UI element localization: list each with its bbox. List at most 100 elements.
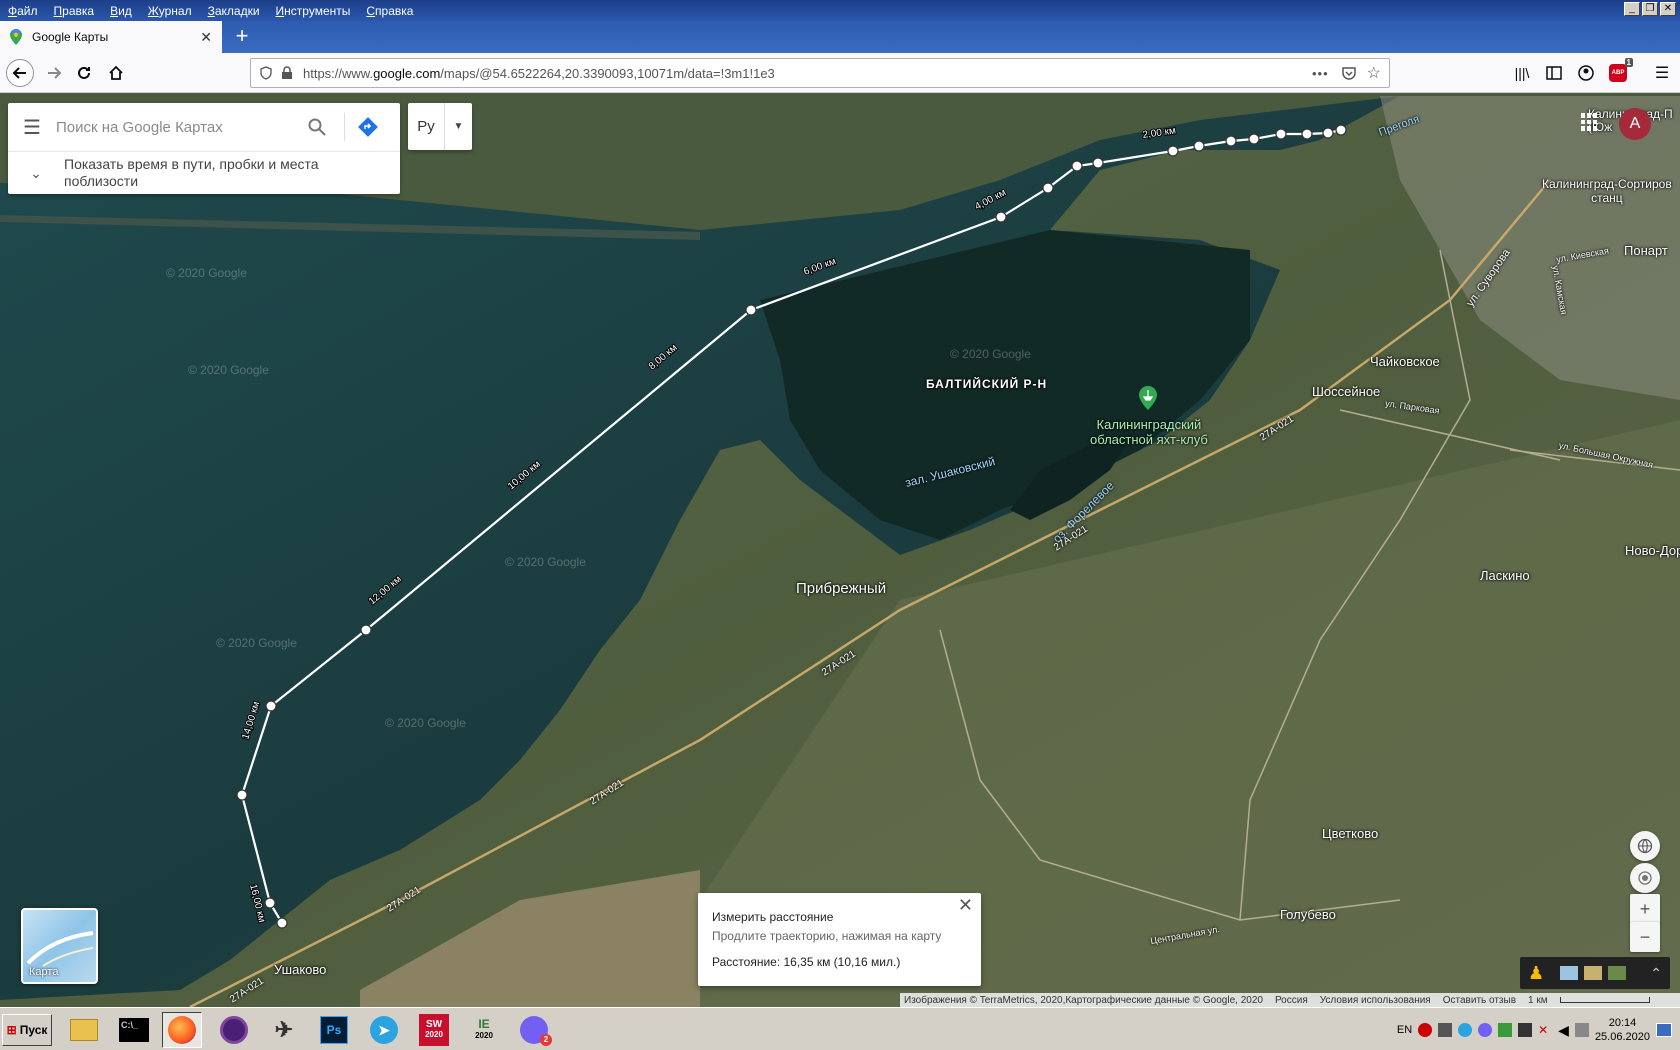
tor-icon — [220, 1016, 248, 1044]
tray-monitor-icon[interactable] — [1574, 1023, 1589, 1037]
search-input[interactable] — [56, 118, 286, 136]
label-ponart[interactable]: Понарт — [1624, 243, 1668, 258]
shark-icon: ✈ — [274, 1017, 294, 1042]
forward-button[interactable] — [40, 59, 68, 87]
tray-app-icon[interactable] — [1438, 1023, 1453, 1037]
show-desktop-icon[interactable] — [1656, 1023, 1672, 1037]
imagery-thumb-2[interactable] — [1584, 966, 1603, 980]
watermark-copyright: © 2020 Google — [216, 636, 297, 650]
close-window-button[interactable]: ✕ — [1660, 2, 1676, 16]
taskbar-solidworks[interactable]: SW 2020 — [414, 1012, 454, 1048]
close-icon[interactable]: ✕ — [958, 895, 973, 916]
map-canvas[interactable]: 2,00 км 4,00 км 6,00 км 8,00 км 10,00 км… — [0, 93, 1680, 1007]
menu-file[interactable]: Файл — [0, 4, 46, 18]
measure-route[interactable]: 2,00 км 4,00 км 6,00 км 8,00 км 10,00 км… — [0, 93, 1680, 1007]
label-golubevo[interactable]: Голубево — [1280, 907, 1336, 922]
keyboard-language[interactable]: EN — [1397, 1024, 1412, 1036]
hamburger-menu-icon[interactable]: ☰ — [8, 115, 56, 140]
back-button[interactable] — [6, 59, 34, 87]
menu-history[interactable]: Журнал — [140, 4, 200, 18]
chevron-down-icon[interactable]: ⌄ — [8, 165, 64, 182]
scale-label[interactable]: 1 км — [1528, 995, 1548, 1006]
menu-view[interactable]: Вид — [102, 4, 140, 18]
zoom-in-button[interactable]: + — [1630, 894, 1660, 924]
yacht-club-pin-icon[interactable] — [1139, 386, 1157, 410]
taskbar-firefox[interactable] — [162, 1012, 202, 1048]
imagery-thumb-3[interactable] — [1608, 966, 1627, 980]
reload-button[interactable] — [70, 59, 98, 87]
shield-icon[interactable] — [259, 66, 273, 80]
taskbar-tor[interactable] — [214, 1012, 254, 1048]
feedback-link[interactable]: Оставить отзыв — [1443, 995, 1516, 1006]
clock[interactable]: 20:14 25.06.2020 — [1595, 1016, 1650, 1044]
label-pribrezhny[interactable]: Прибрежный — [796, 580, 886, 597]
home-button[interactable] — [102, 59, 130, 87]
pegman-icon[interactable]: ♟ — [1528, 963, 1544, 984]
menu-bookmarks[interactable]: Закладки — [200, 4, 268, 18]
label-ushakovo[interactable]: Ушаково — [274, 962, 326, 977]
caret-down-icon[interactable]: ▼ — [444, 103, 472, 150]
imagery-thumb-1[interactable] — [1560, 966, 1579, 980]
label-laskino[interactable]: Ласкино — [1480, 568, 1530, 583]
country-link[interactable]: Россия — [1275, 995, 1308, 1006]
route-label-14km: 14,00 км — [240, 700, 262, 741]
label-yacht-club[interactable]: Калининградский областной яхт-клуб — [1090, 417, 1208, 447]
tab-google-maps[interactable]: Google Карты ✕ — [0, 21, 222, 53]
apps-grid-icon[interactable] — [1581, 113, 1599, 131]
minimize-button[interactable]: _ — [1624, 2, 1640, 16]
taskbar-viber[interactable]: 2 — [514, 1012, 554, 1048]
restore-button[interactable]: ❐ — [1642, 2, 1658, 16]
search-icon[interactable] — [308, 118, 326, 136]
label-chaykovskoe[interactable]: Чайковское — [1370, 354, 1440, 369]
pocket-icon[interactable] — [1341, 66, 1357, 80]
terms-link[interactable]: Условия использования — [1320, 995, 1431, 1006]
taskbar-app-shark[interactable]: ✈ — [264, 1012, 304, 1048]
account-icon[interactable] — [1572, 59, 1600, 87]
address-bar[interactable]: https://www. google.com/maps/@54.6522264,… — [250, 58, 1390, 88]
bookmark-star-icon[interactable]: ☆ — [1367, 63, 1381, 83]
adblock-icon[interactable]: ABP 1 — [1604, 58, 1633, 87]
page-actions-icon[interactable]: ••• — [1312, 66, 1329, 81]
tray-shield-icon[interactable] — [1498, 1023, 1513, 1037]
label-shosseynoe[interactable]: Шоссейное — [1312, 384, 1380, 399]
map-layer-toggle[interactable]: Карта — [21, 908, 98, 984]
route-label-8km: 8,00 км — [647, 342, 680, 372]
taskbar-explorer[interactable] — [64, 1012, 104, 1048]
language-selector[interactable]: Ру ▼ — [408, 103, 472, 150]
tray-telegram-icon[interactable] — [1458, 1023, 1473, 1037]
menu-help[interactable]: Справка — [358, 4, 421, 18]
travel-hint-row[interactable]: ⌄ Показать время в пути, пробки и места … — [8, 151, 400, 194]
avatar[interactable]: A — [1619, 108, 1651, 140]
open-menu-icon[interactable]: ☰ — [1648, 59, 1676, 87]
tray-opera-icon[interactable] — [1418, 1023, 1433, 1037]
library-icon[interactable]: |||\ — [1508, 59, 1536, 87]
start-button[interactable]: ⊞ Пуск — [2, 1014, 52, 1046]
tray-volume-icon[interactable]: ◀ — [1558, 1022, 1569, 1039]
taskbar-telegram[interactable]: ➤ — [364, 1012, 404, 1048]
telegram-icon: ➤ — [370, 1016, 398, 1044]
tray-network-icon[interactable] — [1518, 1023, 1533, 1037]
new-tab-button[interactable]: + — [230, 25, 254, 49]
zoom-out-button[interactable]: − — [1630, 922, 1660, 952]
lock-icon[interactable] — [281, 66, 293, 80]
menu-tools[interactable]: Инструменты — [268, 4, 359, 18]
tray-alert-icon[interactable]: ✕ — [1538, 1023, 1552, 1037]
my-location-button[interactable] — [1630, 863, 1660, 893]
label-tsvetkovo[interactable]: Цветково — [1322, 826, 1378, 841]
label-kaliningrad-sortirovochny[interactable]: Калининград-Сортиров станц — [1542, 177, 1672, 205]
expand-icon[interactable]: ⌃ — [1650, 965, 1662, 982]
taskbar-photoshop[interactable]: Ps — [314, 1012, 354, 1048]
tray-viber-icon[interactable] — [1478, 1023, 1493, 1037]
label-novo-dor[interactable]: Ново-Дор — [1625, 543, 1680, 558]
globe-view-button[interactable] — [1630, 831, 1660, 861]
taskbar-app-2020[interactable]: IE 2020 — [464, 1012, 504, 1048]
system-tray: EN ✕ ◀ 20:14 25.06.2020 — [1389, 1012, 1680, 1048]
adblock-label: ABP — [1611, 70, 1625, 76]
route-point — [265, 700, 277, 712]
tab-close-icon[interactable]: ✕ — [200, 29, 212, 46]
menu-edit[interactable]: Правка — [46, 4, 103, 18]
directions-button[interactable] — [354, 113, 382, 141]
route-points[interactable] — [236, 124, 1347, 929]
taskbar-cmd[interactable]: C:\_ — [114, 1012, 154, 1048]
sidebar-icon[interactable] — [1540, 59, 1568, 87]
